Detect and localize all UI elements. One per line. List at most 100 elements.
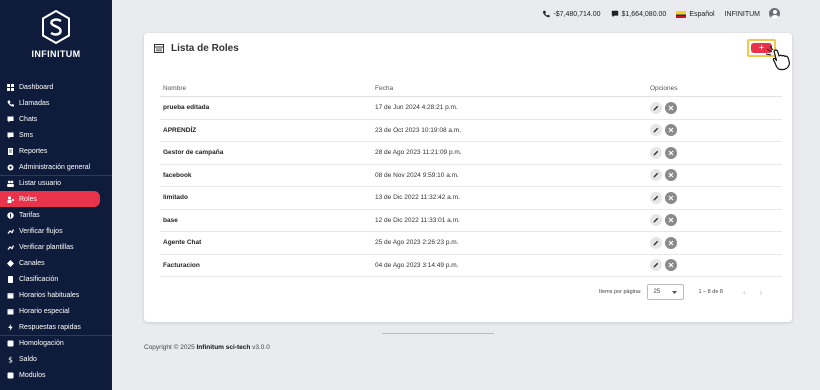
sidebar-item-label: Reportes (19, 147, 48, 155)
table-row: Gestor de campaña 28 de Ago 2023 11:21:09… (160, 142, 782, 165)
phone-icon (7, 100, 14, 107)
sidebar-item-label: Llamadas (19, 99, 50, 107)
sidebar-item-chats[interactable]: Chats (0, 111, 112, 127)
role-name: base (163, 216, 178, 224)
sidebar-item-verificar-plantillas[interactable]: Verificar plantillas (0, 239, 112, 255)
language-selector[interactable]: Español (676, 10, 715, 18)
footer-prefix: Copyright © 2025 (144, 344, 197, 351)
sidebar-item-listar-usuario[interactable]: Listar usuario (0, 175, 112, 191)
table-row: facebook 08 de Nov 2024 9:59:10 a.m. (160, 165, 782, 187)
sidebar-item-label: Listar usuario (19, 180, 62, 187)
delete-button[interactable] (665, 169, 677, 182)
delete-button[interactable] (665, 191, 677, 204)
edit-button[interactable] (650, 146, 662, 159)
chevron-down-icon (671, 290, 677, 294)
row-options (650, 259, 782, 272)
sidebar-item-verificar-flujos[interactable]: Verificar flujos (0, 223, 112, 239)
sidebar-item-roles[interactable]: Roles (0, 191, 100, 207)
pencil-icon (653, 218, 659, 223)
row-options (650, 101, 782, 114)
sidebar-item-label: Respuestas rapidas (19, 323, 81, 331)
bolt-icon (7, 323, 14, 331)
pencil-icon (653, 240, 659, 246)
edit-button[interactable] (650, 214, 662, 227)
sidebar-item-label: Homologación (19, 340, 64, 347)
account-name[interactable]: INFINITUM (725, 11, 760, 18)
role-date: 12 de Dic 2022 11:33:01 a.m. (375, 216, 460, 224)
sidebar-nav: Dashboard Llamadas Chats Sms Reportes Adminis… (0, 79, 112, 383)
users-icon (7, 180, 14, 187)
table-row: Agente Chat 25 de Ago 2023 2:26:23 p.m. (160, 232, 782, 255)
role-date: 28 de Ago 2023 11:21:09 p.m. (375, 149, 462, 157)
user-avatar-icon[interactable] (769, 8, 780, 19)
next-page-button[interactable]: › (760, 288, 763, 297)
edit-button[interactable] (650, 191, 662, 204)
classification-icon (7, 275, 14, 283)
sidebar-item-respuestas-rapidas[interactable]: Respuestas rapidas (0, 319, 112, 335)
delete-button[interactable] (665, 124, 677, 137)
close-icon (668, 262, 674, 268)
role-name: facebook (163, 171, 192, 179)
edit-button[interactable] (650, 169, 662, 182)
rates-icon (7, 211, 14, 219)
flows-icon (7, 228, 14, 235)
items-per-page-select[interactable]: 25 (646, 284, 684, 300)
close-icon (668, 172, 674, 178)
sidebar-item-llamadas[interactable]: Llamadas (0, 95, 112, 111)
chat-balance[interactable]: $1,664,080.00 (611, 10, 667, 18)
sidebar-item-label: Sms (19, 131, 33, 139)
delete-button[interactable] (665, 146, 677, 159)
role-date: 23 de Oct 2023 10:19:08 a.m. (375, 126, 462, 134)
sidebar-item-label: Horarios habituales (19, 291, 80, 299)
sidebar-item-tarifas[interactable]: Tarifas (0, 207, 112, 223)
paginator: Items por página: 25 1 – 8 de 8 ‹ › (599, 284, 762, 300)
brand-logo[interactable]: INFINITUM (0, 8, 112, 64)
row-options (650, 169, 782, 182)
row-options (650, 191, 782, 204)
items-per-page-label: Items por página: (599, 289, 642, 295)
phone-balance[interactable]: -$7,480,714.00 (542, 10, 601, 18)
edit-button[interactable] (650, 101, 662, 114)
pencil-icon (653, 128, 659, 133)
row-options (650, 236, 782, 249)
sidebar-item-horarios-habituales[interactable]: Horarios habituales (0, 287, 112, 303)
sidebar-item-horario-especial[interactable]: Horario especial (0, 303, 112, 319)
chat-balance-value: $1,664,080.00 (621, 10, 667, 18)
delete-button[interactable] (665, 101, 677, 114)
sidebar-item-administracion-general[interactable]: Administración general (0, 159, 112, 175)
edit-button[interactable] (650, 124, 662, 137)
delete-button[interactable] (665, 236, 677, 249)
role-name: prueba editada (163, 104, 210, 112)
chat-icon (611, 10, 618, 18)
sidebar-item-homologacion[interactable]: Homologación (0, 335, 112, 351)
sidebar-item-sms[interactable]: Sms (0, 127, 112, 143)
close-icon (668, 240, 674, 246)
sidebar-item-label: Tarifas (19, 211, 40, 219)
close-icon (668, 195, 674, 201)
sidebar-item-label: Roles (19, 195, 37, 203)
edit-button[interactable] (650, 236, 662, 249)
edit-button[interactable] (650, 259, 662, 272)
row-options (650, 146, 782, 159)
templates-icon (7, 244, 14, 251)
sidebar-item-reportes[interactable]: Reportes (0, 143, 112, 159)
sidebar-item-modulos[interactable]: Modulos (0, 367, 112, 383)
sidebar-item-canales[interactable]: Canales (0, 255, 112, 271)
sidebar-item-label: Canales (19, 259, 45, 267)
table-row: APRENDÍZ 23 de Oct 2023 10:19:08 a.m. (160, 120, 782, 142)
calendar-icon (7, 292, 14, 299)
page-title: Lista de Roles (171, 43, 239, 54)
sidebar-item-label: Horario especial (19, 307, 70, 315)
delete-button[interactable] (665, 259, 677, 272)
sidebar-item-saldo[interactable]: $ Saldo (0, 351, 112, 367)
delete-button[interactable] (665, 214, 677, 227)
sidebar-item-clasificacion[interactable]: Clasificación (0, 271, 112, 287)
role-date: 25 de Ago 2023 2:26:23 p.m. (375, 239, 459, 247)
sidebar-item-dashboard[interactable]: Dashboard (0, 79, 112, 95)
roles-table: Nombre Fecha Opciones prueba editada 17 d… (160, 81, 782, 277)
dashboard-icon (7, 83, 14, 91)
chat-icon (7, 116, 14, 123)
prev-page-button[interactable]: ‹ (743, 288, 746, 297)
sidebar-item-label: Dashboard (19, 83, 54, 91)
close-icon (668, 150, 674, 156)
